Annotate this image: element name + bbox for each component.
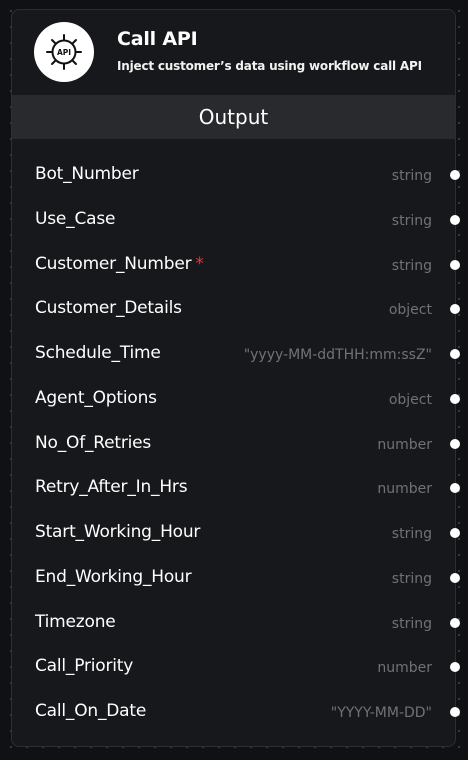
field-name-text: End_Working_Hour [35, 566, 192, 587]
output-connector-handle[interactable] [450, 528, 460, 538]
field-name-label: Customer_Details [35, 298, 182, 318]
field-type-label: string [391, 257, 432, 274]
output-field-row: Call_On_Date "YYYY-MM-DD" [12, 689, 460, 734]
node-header: API Call API Inject customer’s data usin… [12, 10, 455, 94]
node-subtitle: Inject customer’s data using workflow ca… [117, 59, 422, 73]
field-name-text: Start_Working_Hour [35, 522, 201, 542]
output-section-title: Output [198, 105, 269, 129]
output-connector-handle[interactable] [450, 438, 460, 449]
api-gear-icon: API [34, 22, 94, 82]
field-name-label: Schedule_Time [35, 343, 161, 363]
required-asterisk: * [195, 253, 204, 274]
field-name-label: Customer_Number * [35, 254, 204, 274]
output-connector-handle[interactable] [450, 662, 460, 673]
output-field-row: Customer_Number * string [12, 242, 460, 287]
output-connector-handle[interactable] [450, 170, 460, 180]
output-field-row: Bot_Number string [12, 152, 460, 197]
field-name-label: Call_Priority [35, 656, 133, 676]
field-name-label: Agent_Options [35, 388, 157, 408]
output-field-row: Schedule_Time "yyyy-MM-ddTHH:mm:ssZ" [12, 331, 460, 376]
output-connector-handle[interactable] [450, 349, 460, 359]
output-fields-list: Bot_Number string Use_Case string Customer_N… [12, 152, 460, 734]
field-name-label: End_Working_Hour [35, 566, 192, 587]
output-field-row: Customer_Details object [12, 286, 460, 331]
field-name-label: Use_Case [35, 209, 115, 229]
output-connector-handle[interactable] [450, 393, 460, 404]
field-name-text: Customer_Details [35, 298, 182, 319]
field-name-text: Timezone [35, 611, 116, 632]
field-name-text: Customer_Number [35, 253, 192, 274]
field-type-label: string [391, 570, 432, 587]
field-type-label: "YYYY-MM-DD" [330, 705, 432, 721]
field-type-label: number [377, 436, 432, 453]
field-name-text: Use_Case [35, 208, 116, 229]
output-connector-handle[interactable] [450, 259, 460, 270]
output-field-row: Timezone string [12, 600, 460, 645]
field-type-label: object [388, 302, 432, 319]
field-type-label: object [388, 391, 432, 408]
field-type-label: string [391, 526, 432, 542]
field-type-label: "yyyy-MM-ddTHH:mm:ssZ" [243, 347, 432, 363]
output-field-row: End_Working_Hour string [12, 555, 460, 600]
field-type-label: string [391, 615, 432, 632]
field-name-label: Bot_Number [35, 164, 139, 184]
field-type-label: number [377, 660, 432, 677]
field-name-text: Agent_Options [35, 387, 157, 408]
field-name-text: Schedule_Time [35, 343, 161, 363]
output-field-row: Use_Case string [12, 197, 460, 242]
field-name-text: Call_On_Date [35, 701, 147, 721]
api-logo-text: API [57, 48, 71, 57]
output-field-row: Start_Working_Hour string [12, 510, 460, 555]
field-name-label: Retry_After_In_Hrs [35, 477, 188, 498]
field-name-label: Start_Working_Hour [35, 522, 200, 542]
output-field-row: Call_Priority number [12, 644, 460, 689]
output-connector-handle[interactable] [450, 214, 460, 225]
field-name-label: No_Of_Retries [35, 433, 151, 453]
field-name-text: Call_Priority [35, 656, 134, 677]
field-name-text: Retry_After_In_Hrs [35, 477, 188, 498]
output-connector-handle[interactable] [450, 617, 460, 628]
field-name-text: No_Of_Retries [35, 432, 152, 453]
call-api-node[interactable]: API Call API Inject customer’s data usin… [11, 9, 460, 747]
output-connector-handle[interactable] [450, 572, 460, 583]
output-connector-handle[interactable] [450, 483, 460, 494]
field-name-label: Call_On_Date [35, 701, 146, 721]
output-connector-handle[interactable] [450, 707, 460, 717]
output-field-row: Agent_Options object [12, 376, 460, 421]
node-title: Call API [117, 28, 198, 50]
output-section-header: Output [12, 95, 455, 139]
field-type-label: string [391, 168, 432, 184]
field-type-label: number [377, 481, 432, 498]
output-field-row: Retry_After_In_Hrs number [12, 465, 460, 510]
output-connector-handle[interactable] [450, 304, 460, 315]
field-type-label: string [391, 212, 432, 229]
output-field-row: No_Of_Retries number [12, 421, 460, 466]
field-name-text: Bot_Number [35, 164, 139, 184]
field-name-label: Timezone [35, 612, 116, 632]
